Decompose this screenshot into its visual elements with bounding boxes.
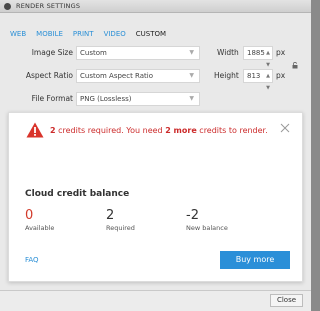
window-title: RENDER SETTINGS xyxy=(16,2,81,10)
new-balance-stat: -2 New balance xyxy=(186,208,228,233)
file-format-label: File Format xyxy=(31,94,73,103)
width-unit: px xyxy=(276,48,286,57)
aspect-ratio-row: Aspect Ratio Custom Aspect Ratio ▼ Heigh… xyxy=(0,69,311,91)
aspect-ratio-select[interactable]: Custom Aspect Ratio ▼ xyxy=(76,69,200,83)
close-icon[interactable] xyxy=(280,123,290,133)
required-value: 2 xyxy=(106,208,115,223)
tab-mobile[interactable]: MOBILE xyxy=(36,30,63,38)
warning-icon xyxy=(26,122,44,138)
tab-custom[interactable]: CUSTOM xyxy=(136,30,166,38)
width-label: Width xyxy=(217,48,239,57)
faq-link[interactable]: FAQ xyxy=(25,256,39,264)
alert-text-part2: credits to render. xyxy=(196,125,268,135)
buy-more-button[interactable]: Buy more xyxy=(220,251,290,269)
aspect-ratio-label: Aspect Ratio xyxy=(25,71,73,80)
tab-print[interactable]: PRINT xyxy=(73,30,94,38)
preset-tabs: WEB MOBILE PRINT VIDEO CUSTOM xyxy=(0,28,166,40)
image-size-label: Image Size xyxy=(31,48,73,57)
alert-needed: 2 more xyxy=(165,125,197,135)
tab-web[interactable]: WEB xyxy=(10,30,26,38)
available-stat: 0 Available xyxy=(25,208,55,233)
aspect-ratio-value: Custom Aspect Ratio xyxy=(80,72,154,80)
file-format-row: File Format PNG (Lossless) ▼ xyxy=(0,92,311,106)
lock-icon[interactable] xyxy=(292,62,298,69)
new-balance-label: New balance xyxy=(186,224,228,232)
width-input[interactable]: 1885 ▲ ▼ xyxy=(243,46,273,68)
chevron-down-icon: ▼ xyxy=(189,49,194,56)
width-value: 1885 xyxy=(247,49,265,57)
required-label: Required xyxy=(106,224,135,232)
height-label: Height xyxy=(214,71,239,80)
credits-alert: 2 credits required. You need 2 more cred… xyxy=(26,121,268,139)
render-settings-window: RENDER SETTINGS WEB MOBILE PRINT VIDEO C… xyxy=(0,0,311,311)
height-value: 813 xyxy=(247,72,261,80)
alert-text-part1: credits required. You need xyxy=(55,125,166,135)
image-size-select[interactable]: Custom ▼ xyxy=(76,46,200,60)
footer-bar: Close xyxy=(0,290,311,311)
stepper-icon[interactable]: ▲ ▼ xyxy=(266,47,270,71)
title-bar: RENDER SETTINGS xyxy=(0,0,311,13)
stepper-icon[interactable]: ▲ ▼ xyxy=(266,70,270,94)
height-unit: px xyxy=(276,71,286,80)
window-icon xyxy=(4,2,11,10)
image-size-value: Custom xyxy=(80,49,107,57)
available-label: Available xyxy=(25,224,55,232)
chevron-down-icon: ▼ xyxy=(189,95,194,102)
height-input[interactable]: 813 ▲ ▼ xyxy=(243,69,273,91)
alert-message: 2 credits required. You need 2 more cred… xyxy=(50,126,268,135)
tab-video[interactable]: VIDEO xyxy=(104,30,126,38)
credits-dialog: 2 credits required. You need 2 more cred… xyxy=(8,112,303,282)
balance-title: Cloud credit balance xyxy=(25,189,130,199)
file-format-select[interactable]: PNG (Lossless) ▼ xyxy=(76,92,200,106)
required-stat: 2 Required xyxy=(106,208,135,233)
file-format-value: PNG (Lossless) xyxy=(80,95,132,103)
image-size-row: Image Size Custom ▼ Width 1885 ▲ ▼ px xyxy=(0,46,311,68)
available-value: 0 xyxy=(25,208,34,223)
chevron-down-icon: ▼ xyxy=(189,72,194,79)
new-balance-value: -2 xyxy=(186,208,199,223)
close-button[interactable]: Close xyxy=(270,294,303,307)
